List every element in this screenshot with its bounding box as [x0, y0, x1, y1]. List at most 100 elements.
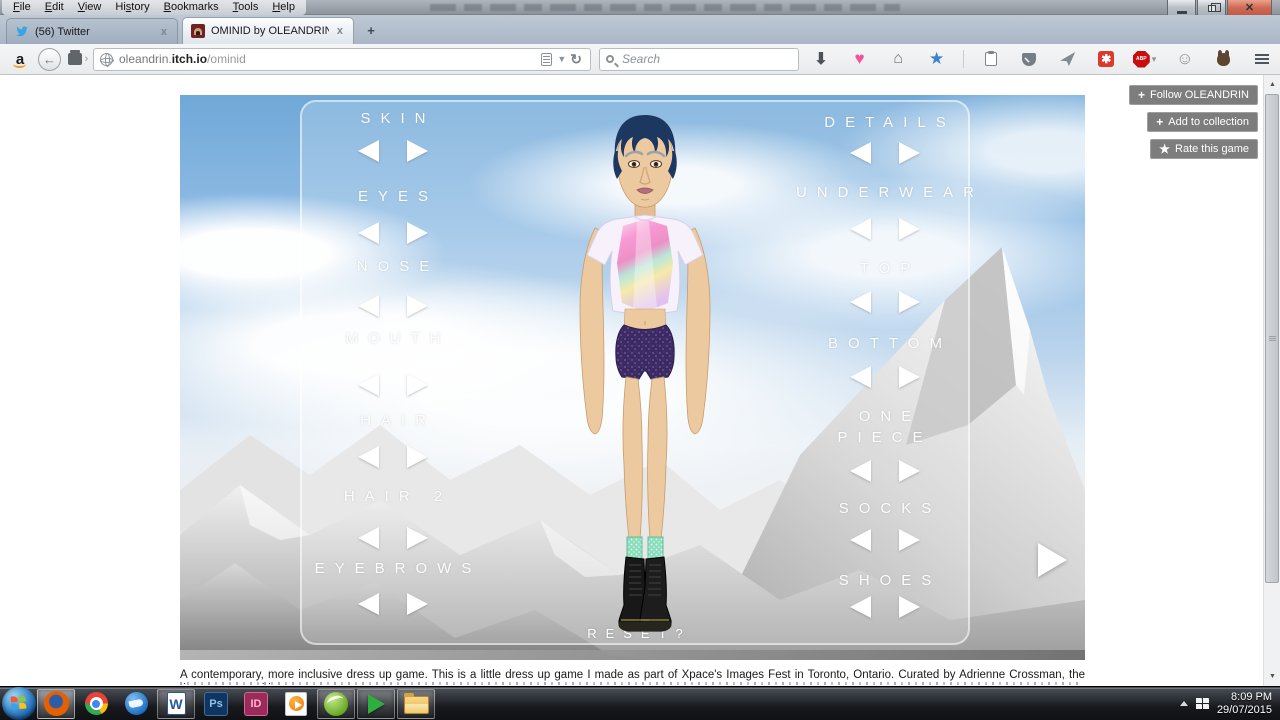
- send-page-icon[interactable]: [1056, 47, 1080, 71]
- hair-arrows: [263, 446, 523, 468]
- label-eyes: EYES: [263, 188, 523, 205]
- dressup-game-canvas[interactable]: SKIN EYES NOSE MOUTH HAIR HAIR 2 EYEBROW…: [180, 95, 1085, 660]
- start-button[interactable]: [2, 687, 36, 720]
- socks-arrows: [755, 529, 1015, 551]
- prev-arrow-icon[interactable]: [850, 142, 871, 164]
- next-background-arrow-icon[interactable]: [1038, 543, 1067, 577]
- next-arrow-icon[interactable]: [407, 140, 428, 162]
- scrollbar-thumb[interactable]: [1265, 94, 1279, 583]
- reader-mode-icon[interactable]: [541, 53, 552, 66]
- scroll-up-icon[interactable]: ▲: [1264, 76, 1280, 93]
- label-top: TOP: [755, 260, 1015, 277]
- next-arrow-icon[interactable]: [899, 218, 920, 240]
- show-hidden-icons-icon[interactable]: [1180, 701, 1188, 706]
- next-arrow-icon[interactable]: [407, 446, 428, 468]
- prev-arrow-icon[interactable]: [850, 218, 871, 240]
- prev-arrow-icon[interactable]: [358, 222, 379, 244]
- next-arrow-icon[interactable]: [407, 222, 428, 244]
- menu-help[interactable]: Help: [265, 0, 302, 15]
- prev-arrow-icon[interactable]: [358, 527, 379, 549]
- taskbar-chrome[interactable]: [77, 689, 115, 719]
- tab-ominid[interactable]: OMINID by OLEANDRIN x: [182, 17, 354, 44]
- search-box[interactable]: [599, 48, 799, 71]
- prev-arrow-icon[interactable]: [850, 596, 871, 618]
- taskbar-indesign[interactable]: ID: [237, 689, 275, 719]
- taskbar-word[interactable]: W: [157, 689, 195, 719]
- next-arrow-icon[interactable]: [407, 295, 428, 317]
- url-bar[interactable]: oleandrin.itch.io/ominid ▼ ↻: [93, 48, 591, 71]
- adblock-icon[interactable]: ABP▾: [1133, 47, 1159, 71]
- back-button[interactable]: ←: [38, 48, 61, 71]
- prev-arrow-icon[interactable]: [850, 460, 871, 482]
- menu-edit[interactable]: Edit: [38, 0, 71, 15]
- globe-icon: [100, 53, 113, 66]
- game-bottom-strip: [180, 650, 1085, 660]
- menu-view[interactable]: View: [71, 0, 109, 15]
- follow-button[interactable]: + Follow OLEANDRIN: [1129, 85, 1258, 105]
- next-arrow-icon[interactable]: [899, 142, 920, 164]
- pocket-icon[interactable]: [1017, 47, 1041, 71]
- home-icon[interactable]: ⌂: [886, 47, 910, 71]
- menu-history[interactable]: History: [108, 0, 156, 15]
- taskbar-clock[interactable]: 8:09 PM 29/07/2015: [1217, 691, 1272, 717]
- prev-arrow-icon[interactable]: [850, 529, 871, 551]
- heart-icon[interactable]: ♥: [848, 47, 872, 71]
- menu-file[interactable]: File: [6, 0, 38, 15]
- label-one-piece: ONE PIECE: [810, 406, 960, 448]
- taskbar-explorer[interactable]: [397, 689, 435, 719]
- page-scrollbar[interactable]: ▲ ▼: [1263, 75, 1280, 686]
- addon-red-icon[interactable]: ✱: [1094, 47, 1118, 71]
- prev-arrow-icon[interactable]: [358, 446, 379, 468]
- prev-arrow-icon[interactable]: [358, 593, 379, 615]
- amazon-icon[interactable]: a: [10, 49, 30, 69]
- site-identity-button[interactable]: ›: [65, 48, 91, 70]
- menu-bookmarks[interactable]: Bookmarks: [157, 0, 226, 15]
- hair2-arrows: [263, 527, 523, 549]
- skin-arrows: [263, 140, 523, 162]
- label-hair2: HAIR 2: [263, 488, 523, 505]
- add-to-collection-button[interactable]: + Add to collection: [1147, 112, 1258, 132]
- next-arrow-icon[interactable]: [899, 460, 920, 482]
- taskbar-media-play[interactable]: [357, 689, 395, 719]
- dropdown-caret-icon[interactable]: ▼: [557, 54, 566, 64]
- chat-addon-icon[interactable]: ☺: [1173, 47, 1197, 71]
- next-arrow-icon[interactable]: [407, 374, 428, 396]
- addon-misc-icon[interactable]: [1211, 47, 1235, 71]
- prev-arrow-icon[interactable]: [358, 374, 379, 396]
- restore-icon: [1208, 5, 1216, 12]
- next-arrow-icon[interactable]: [407, 593, 428, 615]
- taskbar-photoshop[interactable]: Ps: [197, 689, 235, 719]
- downloads-icon[interactable]: ⬇: [809, 47, 833, 71]
- url-text[interactable]: oleandrin.itch.io/ominid: [119, 52, 538, 66]
- taskbar-mediaplayer[interactable]: [277, 689, 315, 719]
- one-piece-arrows: [755, 460, 1015, 482]
- label-bottom: BOTTOM: [755, 335, 1015, 352]
- tab-twitter[interactable]: (56) Twitter x: [6, 18, 178, 44]
- next-arrow-icon[interactable]: [899, 596, 920, 618]
- menu-icon[interactable]: [1250, 47, 1274, 71]
- prev-arrow-icon[interactable]: [850, 291, 871, 313]
- next-arrow-icon[interactable]: [407, 527, 428, 549]
- tab-close-icon[interactable]: x: [335, 25, 345, 37]
- prev-arrow-icon[interactable]: [358, 295, 379, 317]
- new-tab-button[interactable]: +: [360, 23, 382, 39]
- tab-close-icon[interactable]: x: [159, 26, 169, 38]
- reload-icon[interactable]: ↻: [570, 51, 582, 68]
- bookmark-star-icon[interactable]: ★: [925, 47, 949, 71]
- prev-arrow-icon[interactable]: [358, 140, 379, 162]
- scroll-down-icon[interactable]: ▼: [1264, 668, 1280, 685]
- search-input[interactable]: [620, 51, 792, 67]
- next-arrow-icon[interactable]: [899, 529, 920, 551]
- taskbar-messenger[interactable]: [317, 689, 355, 719]
- collection-label: Add to collection: [1168, 116, 1249, 128]
- underwear-arrows: [755, 218, 1015, 240]
- prev-arrow-icon[interactable]: [850, 366, 871, 388]
- next-arrow-icon[interactable]: [899, 366, 920, 388]
- windows-tray-icon[interactable]: [1196, 698, 1209, 709]
- next-arrow-icon[interactable]: [899, 291, 920, 313]
- taskbar-firefox[interactable]: [37, 689, 75, 719]
- taskbar-thunderbird[interactable]: [117, 689, 155, 719]
- menu-tools[interactable]: Tools: [226, 0, 266, 15]
- clipboard-icon[interactable]: [979, 47, 1003, 71]
- rate-game-button[interactable]: ★ Rate this game: [1150, 139, 1258, 159]
